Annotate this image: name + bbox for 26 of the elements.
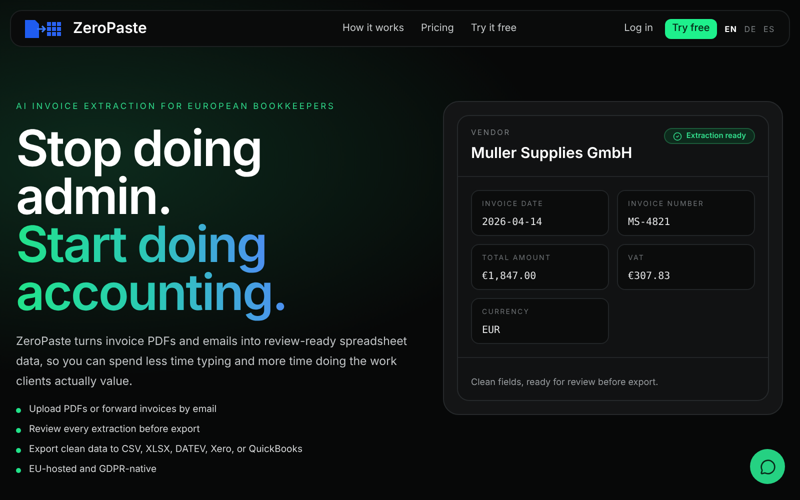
field-value: €1,847.00	[482, 270, 538, 284]
chat-bubble-icon	[760, 458, 776, 474]
card-footer-text: Clean fields, ready for review before export.	[471, 376, 658, 388]
field-value: MS-4821	[628, 216, 672, 230]
bullet-text: Export clean data to CSV, XLSX, DATEV, Xero, or QuickBooks	[29, 443, 302, 457]
login-link[interactable]: Log in	[624, 21, 654, 36]
language-option[interactable]: EN	[724, 22, 738, 34]
field-value: EUR	[482, 324, 502, 338]
chat-button[interactable]	[750, 449, 785, 484]
field-value: €307.83	[628, 270, 672, 284]
eyebrow-text: AI INVOICE EXTRACTION FOR EUROPEAN BOOKKEEPERS	[16, 101, 336, 113]
vendor-name: Muller Supplies GmbH	[471, 142, 632, 164]
language-option[interactable]: DE	[744, 22, 756, 34]
bullet-text: EU-hosted and GDPR-native	[29, 463, 156, 477]
check-icon	[673, 132, 682, 140]
nav-link[interactable]: Pricing	[420, 21, 454, 36]
language-option[interactable]: ES	[763, 22, 775, 34]
field-value: 2026-04-14	[482, 216, 544, 230]
hero-description: ZeroPaste turns invoice PDFs and emails into review-ready spreadsheet data, so you can spend less time typing and more time doing the work clients actually value.	[16, 333, 408, 390]
nav-link[interactable]: How it works	[342, 21, 404, 36]
logo-icon	[25, 20, 63, 38]
brand-name: ZeroPaste	[73, 17, 147, 40]
nav-link[interactable]: Try it free	[470, 21, 517, 36]
bullet-text: Review every extraction before export	[29, 423, 200, 437]
bullet-text: Upload PDFs or forward invoices by email	[29, 403, 217, 417]
try-free-button[interactable]: Try free	[665, 18, 717, 38]
